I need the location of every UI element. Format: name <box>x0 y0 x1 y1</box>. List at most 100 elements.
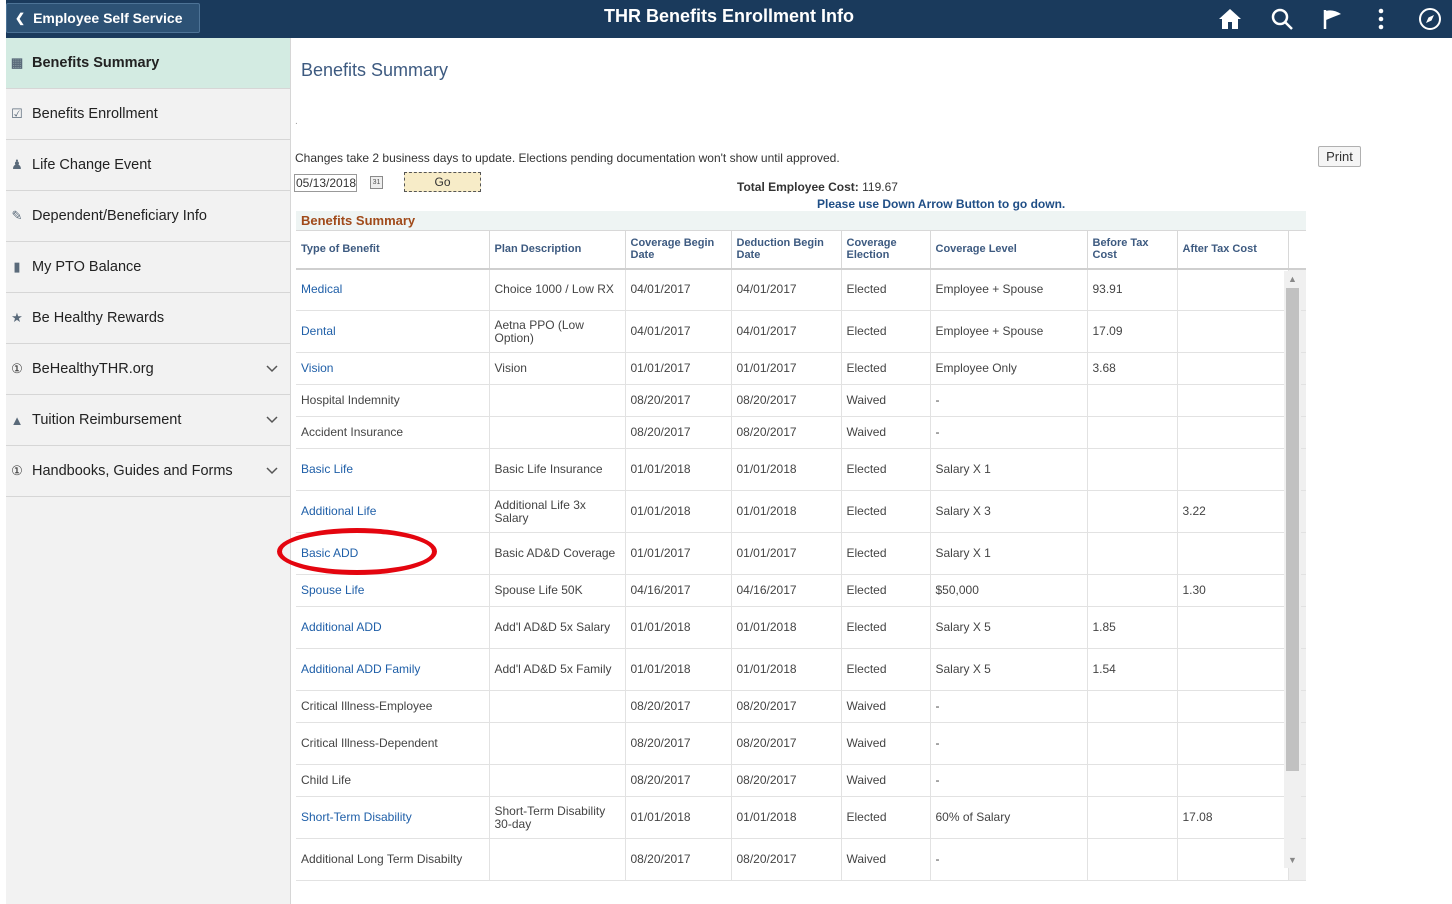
sidebar-item-benefits-summary[interactable]: ▦ Benefits Summary <box>6 38 290 89</box>
after-tax-cost <box>1177 384 1289 417</box>
sidebar-item-label: Tuition Reimbursement <box>32 412 182 428</box>
coverage-level: Employee Only <box>930 352 1088 385</box>
coverage-begin-date: 08/20/2017 <box>625 838 732 881</box>
benefit-type-link[interactable]: Short-Term Disability <box>296 796 490 839</box>
table-row: Short-Term Disability Short-Term Disabili… <box>296 796 1306 839</box>
update-notice: Changes take 2 business days to update. … <box>295 151 840 165</box>
coverage-begin-date: 08/20/2017 <box>625 416 732 449</box>
chevron-down-icon[interactable] <box>266 361 278 377</box>
coverage-begin-date: 08/20/2017 <box>625 764 732 797</box>
table-row: Critical Illness-Dependent 08/20/2017 08/2… <box>296 722 1306 765</box>
coverage-level: Employee + Spouse <box>930 310 1088 353</box>
before-tax-cost <box>1087 764 1178 797</box>
plan-description: Aetna PPO (Low Option) <box>489 310 626 353</box>
coverage-level: - <box>930 838 1088 881</box>
benefit-type-link[interactable]: Basic Life <box>296 448 490 491</box>
info-icon: ① <box>11 361 23 376</box>
coverage-level: - <box>930 416 1088 449</box>
benefit-type-link[interactable]: Basic ADD <box>296 532 490 575</box>
coverage-level: Employee + Spouse <box>930 268 1088 311</box>
sidebar-item-dependent-beneficiary-info[interactable]: ✎ Dependent/Beneficiary Info <box>6 191 290 242</box>
plan-description: Choice 1000 / Low RX <box>489 268 626 311</box>
benefit-type-link[interactable]: Additional ADD Family <box>296 648 490 691</box>
family-icon: ♟ <box>11 157 23 172</box>
benefit-type: Hospital Indemnity <box>296 384 490 417</box>
dependent-icon: ✎ <box>11 208 23 223</box>
coverage-begin-date: 04/01/2017 <box>625 310 732 353</box>
search-icon[interactable] <box>1268 5 1296 33</box>
chevron-down-icon[interactable] <box>266 412 278 428</box>
before-tax-cost <box>1087 838 1178 881</box>
benefit-type-link[interactable]: Additional ADD <box>296 606 490 649</box>
coverage-level: Salary X 5 <box>930 648 1088 691</box>
total-cost-value: 119.67 <box>862 180 898 194</box>
after-tax-cost <box>1177 722 1289 765</box>
before-tax-cost: 3.68 <box>1087 352 1178 385</box>
as-of-date-field[interactable] <box>294 174 357 192</box>
scrollbar-thumb[interactable] <box>1286 288 1299 771</box>
pto-icon: ▮ <box>13 259 21 274</box>
scroll-down-arrow-icon[interactable]: ▼ <box>1284 852 1301 868</box>
coverage-begin-date: 01/01/2017 <box>625 352 732 385</box>
table-header-row: Type of Benefit Plan Description Coverage … <box>296 230 1306 270</box>
benefit-type-link[interactable]: Vision <box>296 352 490 385</box>
grid-scrollbar[interactable]: ▲ ▼ <box>1284 271 1301 868</box>
sidebar-item-be-healthy-rewards[interactable]: ★ Be Healthy Rewards <box>6 293 290 344</box>
column-header: Coverage Level <box>930 230 1088 270</box>
before-tax-cost: 17.09 <box>1087 310 1178 353</box>
column-header: Before Tax Cost <box>1087 230 1178 270</box>
coverage-level: $50,000 <box>930 574 1088 607</box>
coverage-level: Salary X 5 <box>930 606 1088 649</box>
rewards-icon: ★ <box>11 310 23 325</box>
after-tax-cost <box>1177 690 1289 723</box>
benefit-type-link[interactable]: Additional Life <box>296 490 490 533</box>
coverage-begin-date: 01/01/2018 <box>625 648 732 691</box>
after-tax-cost <box>1177 416 1289 449</box>
compass-icon[interactable] <box>1416 5 1444 33</box>
coverage-level: - <box>930 384 1088 417</box>
plan-description: Spouse Life 50K <box>489 574 626 607</box>
benefit-type-link[interactable]: Medical <box>296 268 490 311</box>
deduction-begin-date: 08/20/2017 <box>731 384 842 417</box>
back-button-label: Employee Self Service <box>33 10 183 26</box>
scroll-instruction: Please use Down Arrow Button to go down. <box>817 197 1066 211</box>
scroll-up-arrow-icon[interactable]: ▲ <box>1284 271 1301 287</box>
calendar-icon[interactable]: 31 <box>370 176 383 189</box>
coverage-election: Waived <box>841 722 931 765</box>
coverage-level: - <box>930 764 1088 797</box>
after-tax-cost <box>1177 352 1289 385</box>
plan-description: Add'l AD&D 5x Salary <box>489 606 626 649</box>
after-tax-cost <box>1177 764 1289 797</box>
deduction-begin-date: 01/01/2018 <box>731 490 842 533</box>
home-icon[interactable] <box>1216 5 1244 33</box>
sidebar-item-label: Life Change Event <box>32 157 152 173</box>
benefit-type-link[interactable]: Spouse Life <box>296 574 490 607</box>
coverage-level: - <box>930 722 1088 765</box>
before-tax-cost <box>1087 490 1178 533</box>
sidebar-item-life-change-event[interactable]: ♟ Life Change Event <box>6 140 290 191</box>
chevron-down-icon[interactable] <box>266 463 278 479</box>
plan-description: Additional Life 3x Salary <box>489 490 626 533</box>
deduction-begin-date: 01/01/2018 <box>731 606 842 649</box>
flag-icon[interactable] <box>1319 5 1347 33</box>
go-button[interactable]: Go <box>404 172 481 192</box>
sidebar-item-my-pto-balance[interactable]: ▮ My PTO Balance <box>6 242 290 293</box>
benefit-type-link[interactable]: Dental <box>296 310 490 353</box>
sidebar-item-behealthythr-org[interactable]: ① BeHealthyTHR.org <box>6 344 290 395</box>
coverage-begin-date: 08/20/2017 <box>625 722 732 765</box>
plan-description: Vision <box>489 352 626 385</box>
deduction-begin-date: 08/20/2017 <box>731 416 842 449</box>
after-tax-cost: 17.08 <box>1177 796 1289 839</box>
sidebar-item-label: My PTO Balance <box>32 259 142 275</box>
more-vertical-icon[interactable] <box>1367 5 1395 33</box>
sidebar-item-handbooks-guides-and-forms[interactable]: ① Handbooks, Guides and Forms <box>6 446 290 497</box>
print-button[interactable]: Print <box>1318 146 1361 167</box>
coverage-election: Elected <box>841 796 931 839</box>
sidebar-item-label: Benefits Summary <box>32 55 160 71</box>
deduction-begin-date: 01/01/2018 <box>731 448 842 491</box>
table-row: Hospital Indemnity 08/20/2017 08/20/2017 Wa… <box>296 384 1306 417</box>
after-tax-cost <box>1177 532 1289 575</box>
sidebar-item-benefits-enrollment[interactable]: ☑ Benefits Enrollment <box>6 89 290 140</box>
back-button[interactable]: ❮ Employee Self Service <box>6 3 200 33</box>
sidebar-item-tuition-reimbursement[interactable]: ▲ Tuition Reimbursement <box>6 395 290 446</box>
